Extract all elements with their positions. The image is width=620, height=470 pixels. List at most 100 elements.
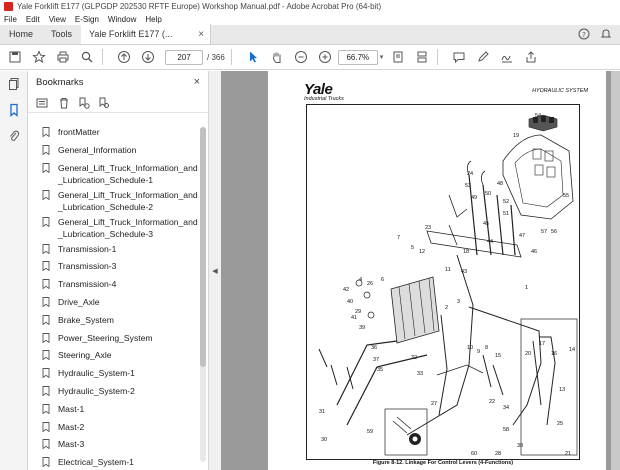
zoom-level-select[interactable]: 66.7% (337, 49, 378, 65)
highlight-button[interactable] (474, 48, 492, 66)
bookmark-item[interactable]: Power_Steering_System (28, 329, 200, 347)
scroll-mode-icon (417, 51, 427, 63)
bookmark-icon (42, 127, 50, 137)
part-number-label: 48 (497, 181, 503, 187)
bookmark-label: Steering_Axle (58, 350, 112, 361)
bookmarks-list: frontMatter General_Information General_Li… (28, 123, 200, 470)
scroll-mode-button[interactable] (413, 48, 431, 66)
bookmark-icon (42, 386, 50, 396)
find-bookmark-icon[interactable] (98, 97, 110, 109)
pen-icon (478, 51, 490, 62)
part-number-label: 25 (557, 421, 563, 427)
bookmark-star-button[interactable] (30, 48, 48, 66)
close-icon[interactable]: × (198, 29, 204, 40)
previous-page-button[interactable] (115, 48, 133, 66)
zoom-out-button[interactable] (292, 48, 310, 66)
bookmark-icon (42, 350, 50, 361)
part-number-label: 51 (503, 211, 509, 217)
hand-tool-button[interactable] (268, 48, 286, 66)
select-tool-button[interactable] (244, 48, 262, 66)
page-thumbnails-button[interactable] (0, 71, 28, 97)
bookmark-item[interactable]: Drive_Axle (28, 293, 200, 311)
search-icon (81, 51, 93, 63)
bookmark-item[interactable]: Hydraulic_System-2 (28, 382, 200, 400)
bookmark-icon (10, 103, 18, 117)
menu-help[interactable]: Help (145, 15, 161, 24)
bookmark-icon (42, 403, 50, 414)
menu-esign[interactable]: E-Sign (75, 15, 99, 24)
help-icon[interactable]: ? (578, 28, 590, 40)
new-bookmark-icon[interactable] (78, 97, 90, 109)
part-number-label: 35 (377, 367, 383, 373)
part-number-label: 27 (431, 401, 437, 407)
bookmark-icon (42, 216, 50, 227)
panel-collapse-handle[interactable]: ◀ (209, 71, 221, 470)
page-number-input[interactable]: 207 (165, 49, 203, 65)
part-number-label: 10 (467, 345, 473, 351)
bookmark-item[interactable]: Transmission-3 (28, 257, 200, 275)
bookmarks-scrollbar-thumb[interactable] (200, 127, 206, 367)
part-number-label: 55 (563, 193, 569, 199)
tab-tools[interactable]: Tools (42, 24, 81, 44)
part-number-label: 23 (425, 225, 431, 231)
part-number-label: 2 (445, 305, 448, 311)
find-button[interactable] (78, 48, 96, 66)
document-viewport[interactable]: Yale Industrial Trucks HYDRAULIC SYSTEM (221, 71, 620, 470)
part-number-label: 24 (467, 171, 473, 177)
attachments-button[interactable] (0, 123, 28, 149)
comment-button[interactable] (450, 48, 468, 66)
close-icon[interactable]: × (194, 76, 200, 88)
part-number-label: 42 (343, 287, 349, 293)
bookmark-item[interactable]: Mast-3 (28, 435, 200, 453)
bookmark-icon (42, 189, 50, 200)
figure-caption: Figure 8-12. Linkage For Control Levers … (372, 460, 514, 466)
bookmark-item[interactable]: General_Lift_Truck_Information_and_Lubri… (28, 159, 200, 186)
options-menu-icon[interactable] (34, 97, 50, 109)
bookmark-item[interactable]: Transmission-1 (28, 240, 200, 258)
bookmarks-panel-button[interactable] (0, 97, 28, 123)
part-number-label: 28 (495, 451, 501, 457)
sign-button[interactable] (498, 48, 516, 66)
bookmark-item[interactable]: General_Lift_Truck_Information_and_Lubri… (28, 186, 200, 213)
bookmark-item[interactable]: General_Lift_Truck_Information_and_Lubri… (28, 213, 200, 240)
tab-home[interactable]: Home (0, 24, 42, 44)
part-number-label: 40 (347, 299, 353, 305)
bookmark-item[interactable]: Hydraulic_System-1 (28, 364, 200, 382)
bookmark-item[interactable]: Steering_Axle (28, 346, 200, 364)
bookmark-label: Mast-2 (58, 421, 85, 432)
bookmark-label: Drive_Axle (58, 296, 100, 307)
trash-icon[interactable] (58, 97, 70, 109)
menu-edit[interactable]: Edit (26, 15, 40, 24)
part-number-label: 9 (477, 349, 480, 355)
menu-window[interactable]: Window (108, 15, 136, 24)
main-toolbar: 207 / 366 66.7% ▾ (0, 45, 620, 70)
bookmark-label: Transmission-4 (58, 279, 117, 290)
bookmarks-title: Bookmarks (36, 76, 84, 88)
print-button[interactable] (54, 48, 72, 66)
bookmark-icon (42, 457, 50, 468)
bookmark-item[interactable]: frontMatter (28, 123, 200, 141)
page-fit-button[interactable] (389, 48, 407, 66)
part-number-label: 39 (359, 325, 365, 331)
bell-icon[interactable] (600, 28, 612, 40)
save-button[interactable] (6, 48, 24, 66)
signature-icon (501, 55, 513, 63)
bookmark-item[interactable]: Brake_System (28, 311, 200, 329)
menu-file[interactable]: File (4, 15, 17, 24)
bookmark-item[interactable]: Transmission-4 (28, 275, 200, 293)
bookmark-item[interactable]: Electrical_System-1 (28, 453, 200, 470)
document-scrollbar[interactable] (611, 71, 620, 470)
bookmark-item[interactable]: Mast-2 (28, 418, 200, 436)
menu-view[interactable]: View (49, 15, 66, 24)
bookmark-item[interactable]: Mast-1 (28, 400, 200, 418)
zoom-in-button[interactable] (316, 48, 334, 66)
part-number-label: 6 (381, 277, 384, 283)
tab-document[interactable]: Yale Forklift E177 (... × (81, 24, 212, 44)
bookmark-item[interactable]: General_Information (28, 141, 200, 159)
bookmarks-scrollbar[interactable] (200, 127, 206, 462)
share-button[interactable] (522, 48, 540, 66)
tabbar-right-tools: ? (578, 24, 620, 44)
toolbar-separator (102, 49, 103, 65)
chevron-down-icon[interactable]: ▾ (380, 53, 384, 61)
next-page-button[interactable] (139, 48, 157, 66)
